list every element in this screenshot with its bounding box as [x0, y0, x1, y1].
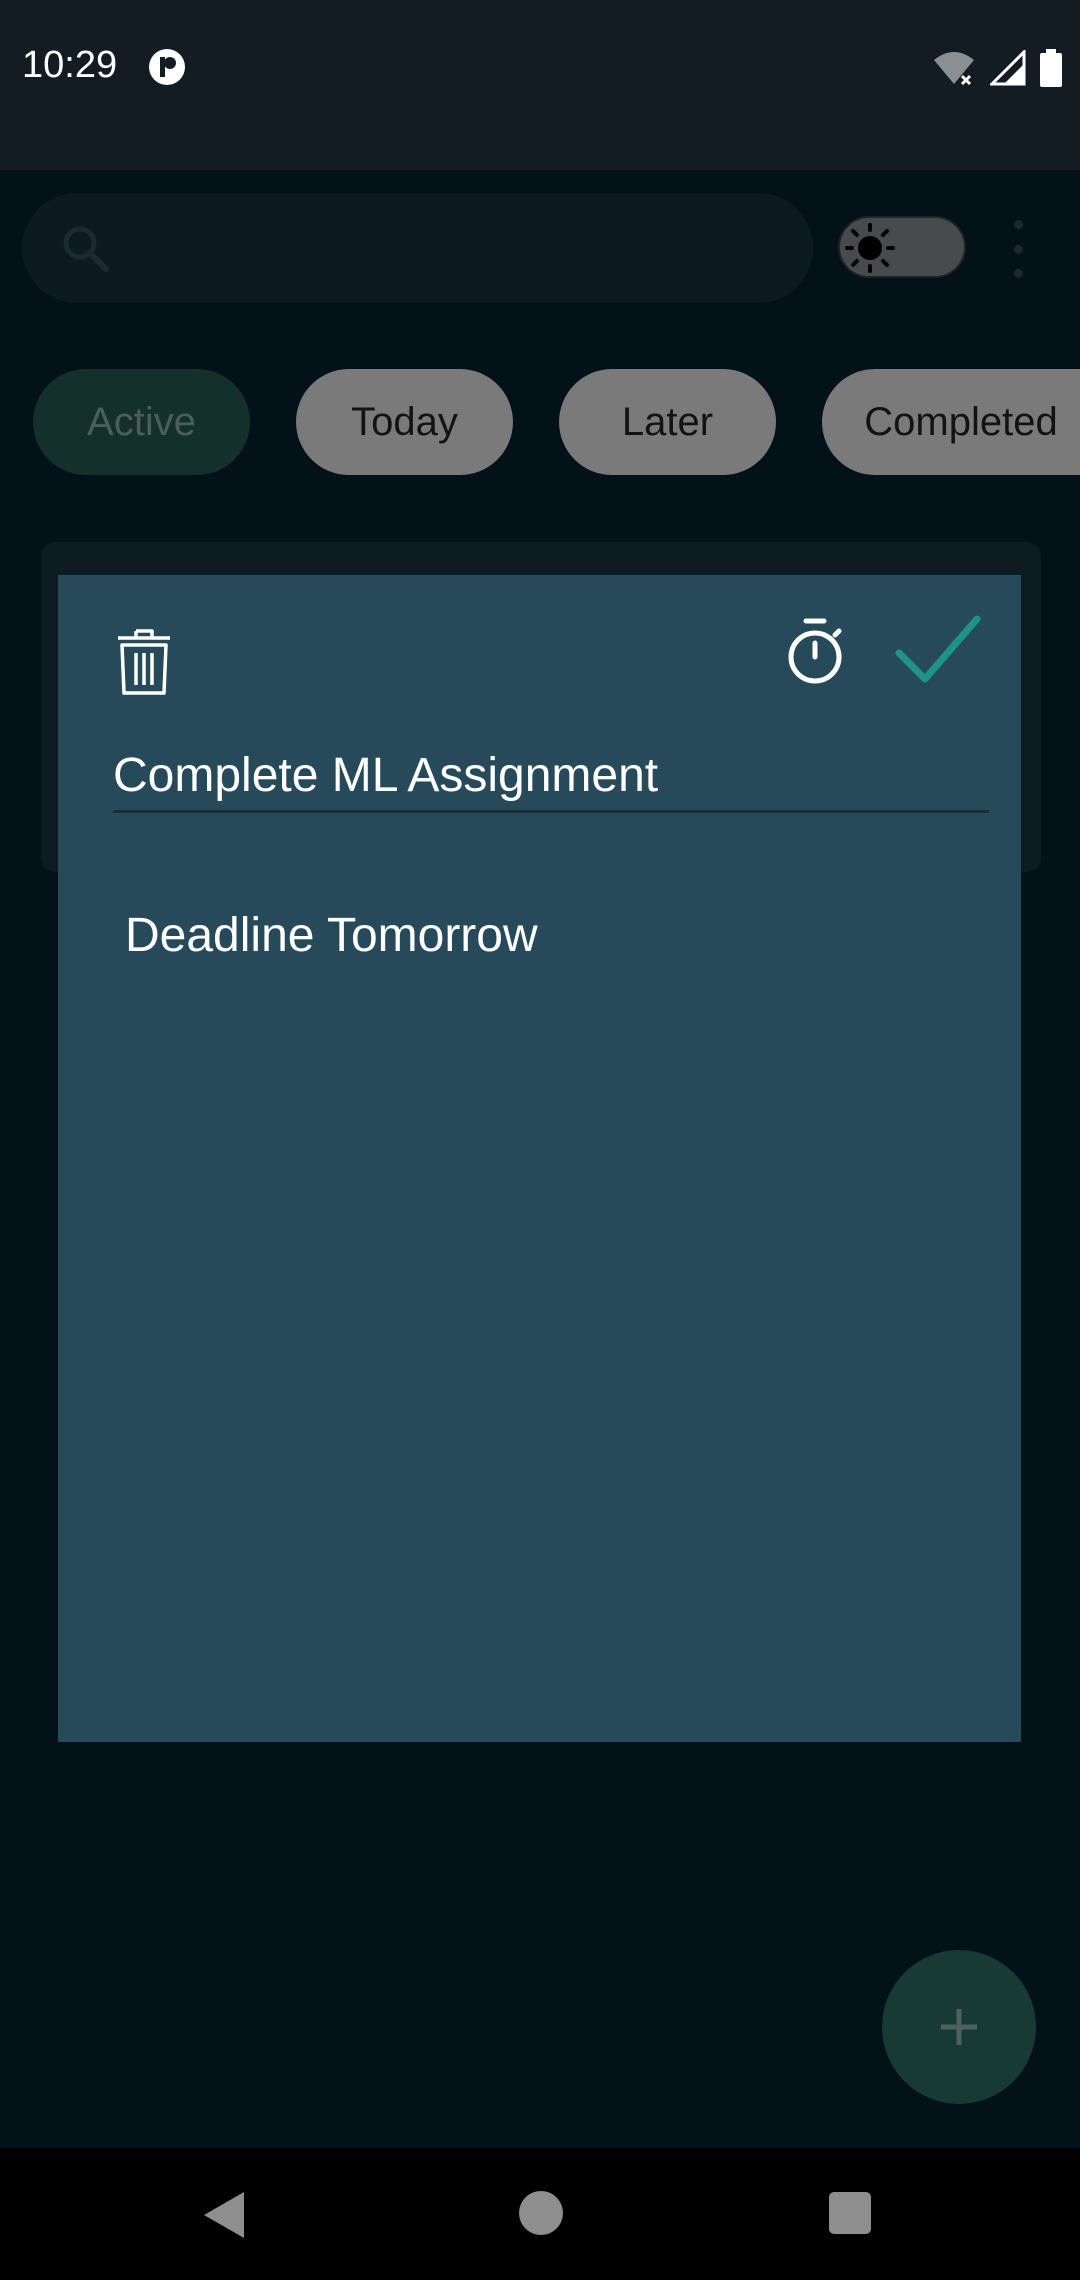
- battery-icon: [1040, 49, 1062, 87]
- signal-icon: [990, 50, 1026, 86]
- system-nav-bar: [0, 2148, 1080, 2280]
- wifi-off-icon: [934, 52, 974, 86]
- filter-chip-label: Later: [621, 399, 714, 444]
- more-vert-icon[interactable]: [1006, 220, 1030, 278]
- filter-chip-label: Completed: [864, 399, 1058, 444]
- theme-toggle[interactable]: [838, 216, 966, 278]
- filter-chip-label: Active: [87, 399, 196, 444]
- plus-icon: [941, 2009, 977, 2045]
- task-description-text: Deadline Tomorrow: [125, 909, 538, 962]
- add-task-button[interactable]: [882, 1950, 1036, 2104]
- task-title-text: Complete ML Assignment: [113, 749, 659, 802]
- home-icon[interactable]: [519, 2191, 563, 2235]
- recents-icon[interactable]: [829, 2192, 871, 2234]
- trash-icon[interactable]: [112, 625, 176, 697]
- filter-chip-today[interactable]: Today: [296, 369, 513, 475]
- app-notification-icon: [149, 49, 185, 85]
- task-description-input[interactable]: Deadline Tomorrow: [125, 905, 985, 967]
- back-icon[interactable]: [200, 2190, 248, 2240]
- filter-chip-label: Today: [351, 399, 458, 444]
- timer-icon[interactable]: [782, 615, 848, 687]
- filter-chip-later[interactable]: Later: [559, 369, 776, 475]
- search-input[interactable]: [132, 213, 786, 285]
- sun-icon: [845, 223, 895, 273]
- status-time: 10:29: [22, 44, 118, 86]
- check-icon[interactable]: [893, 613, 983, 689]
- search-icon: [63, 226, 109, 272]
- edit-task-dialog: Complete ML Assignment Deadline Tomorrow: [58, 575, 1021, 1742]
- filter-chip-active[interactable]: Active: [33, 369, 250, 475]
- task-title-input[interactable]: Complete ML Assignment: [113, 743, 989, 813]
- filter-chip-completed[interactable]: Completed: [822, 369, 1080, 475]
- search-bar[interactable]: [22, 193, 813, 303]
- status-bar: 10:29: [0, 0, 1080, 170]
- status-icons: [932, 48, 1062, 88]
